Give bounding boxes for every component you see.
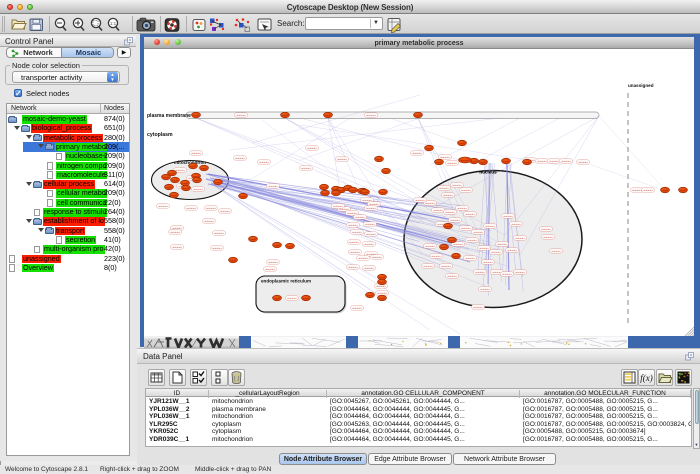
svg-text:f(x): f(x) xyxy=(640,373,653,383)
svg-text:unassigned: unassigned xyxy=(628,83,654,88)
svg-text:1:1: 1:1 xyxy=(110,21,117,26)
svg-text:endoplasmic reticulum: endoplasmic reticulum xyxy=(261,279,311,284)
svg-text:nucleus: nucleus xyxy=(479,170,497,175)
svg-text:plasma membrane: plasma membrane xyxy=(147,113,191,119)
svg-text:cytoplasm: cytoplasm xyxy=(147,132,173,138)
